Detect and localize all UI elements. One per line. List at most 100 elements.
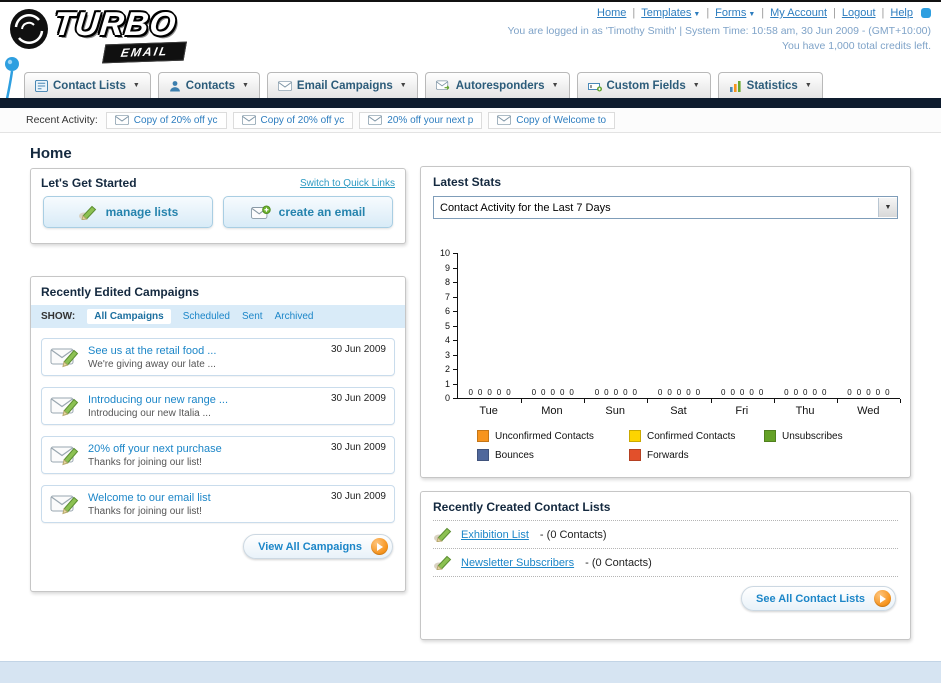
campaign-title-link[interactable]: Welcome to our email list <box>88 492 211 504</box>
recent-contact-lists-title: Recently Created Contact Lists <box>433 500 611 514</box>
top-link-forms[interactable]: Forms ▼ <box>715 7 755 19</box>
recent-activity-item[interactable]: 20% off your next p <box>359 111 483 129</box>
get-started-header: Let's Get Started Switch to Quick Links <box>31 169 405 195</box>
see-all-contact-lists-button[interactable]: See All Contact Lists <box>740 586 896 611</box>
recent-campaigns-panel: Recently Edited Campaigns SHOW: All Camp… <box>30 276 406 592</box>
tab-label: Custom Fields <box>606 79 686 92</box>
contact-list-items: Exhibition List - (0 Contacts) Newsletter… <box>421 520 910 577</box>
pencil-write-icon <box>78 205 98 220</box>
page-footer <box>0 661 941 683</box>
nav-underline-bar <box>0 98 941 108</box>
filter-scheduled[interactable]: Scheduled <box>183 311 230 322</box>
campaign-envelope-icon <box>50 493 80 515</box>
switch-to-quick-links-link[interactable]: Switch to Quick Links <box>300 178 395 189</box>
bar-value-label: 0 <box>506 388 511 397</box>
contact-list-link[interactable]: Newsletter Subscribers <box>461 557 574 569</box>
recent-contact-lists-panel: Recently Created Contact Lists Exhibitio… <box>420 491 911 640</box>
campaign-title-link[interactable]: 20% off your next purchase <box>88 443 222 455</box>
chart-bar-group: 00000 <box>458 253 523 403</box>
stats-period-select[interactable]: Contact Activity for the Last 7 Days ▼ <box>433 196 898 219</box>
recent-activity-item[interactable]: Copy of 20% off yc <box>232 111 354 129</box>
chart-y-axis: 10 9 8 7 6 5 4 3 2 1 0 <box>435 248 457 403</box>
tab-custom-fields[interactable]: Custom Fields ▼ <box>576 72 711 98</box>
view-all-row: View All Campaigns <box>31 527 405 566</box>
chevron-down-icon: ▼ <box>241 82 249 89</box>
campaign-title-link[interactable]: See us at the retail food ... <box>88 345 216 357</box>
create-an-email-button[interactable]: create an email <box>223 196 393 228</box>
filter-archived[interactable]: Archived <box>275 311 314 322</box>
campaign-row[interactable]: Welcome to our email list Thanks for join… <box>41 485 395 523</box>
contact-list-row[interactable]: Newsletter Subscribers - (0 Contacts) <box>421 550 910 575</box>
show-label: SHOW: <box>41 311 76 322</box>
filter-all-campaigns[interactable]: All Campaigns <box>87 309 171 324</box>
email-icon <box>277 80 292 91</box>
tab-email-campaigns[interactable]: Email Campaigns ▼ <box>266 72 418 98</box>
manage-lists-label: manage lists <box>105 205 179 219</box>
legend-item: Unsubscribes <box>764 430 884 442</box>
recent-activity-bar: Recent Activity: Copy of 20% off yc Copy … <box>0 108 941 133</box>
bar-value-labels: 00000 <box>711 388 774 397</box>
top-link-my-account[interactable]: My Account <box>770 7 827 19</box>
recent-activity-item[interactable]: Copy of Welcome to <box>488 111 616 129</box>
help-icon[interactable] <box>921 8 931 18</box>
tab-autoresponders[interactable]: Autoresponders ▼ <box>424 72 570 98</box>
x-axis-label: Tue <box>479 405 498 417</box>
tab-statistics[interactable]: Statistics ▼ <box>717 72 823 98</box>
legend-label: Forwards <box>647 449 689 461</box>
bar-value-label: 0 <box>793 388 799 397</box>
recent-activity-item-label: 20% off your next p <box>387 114 474 126</box>
top-nav: Home | Templates ▼ | Forms ▼ | My Account | Logout… <box>507 7 931 19</box>
legend-label: Unconfirmed Contacts <box>495 430 594 442</box>
campaign-row[interactable]: 20% off your next purchase Thanks for joi… <box>41 436 395 474</box>
chart-bar-group: 00000 <box>647 253 712 403</box>
bar-value-label: 0 <box>847 388 852 397</box>
legend-label: Confirmed Contacts <box>647 430 736 442</box>
y-axis-tick-label: 2 <box>444 364 450 374</box>
recent-activity-item-label: Copy of Welcome to <box>516 114 607 126</box>
y-axis-tick-label: 1 <box>444 378 450 389</box>
manage-lists-button[interactable]: manage lists <box>43 196 213 228</box>
chevron-down-icon: ▼ <box>748 11 756 18</box>
bar-value-labels: 00000 <box>458 388 521 397</box>
tab-contact-lists[interactable]: Contact Lists ▼ <box>24 72 151 98</box>
legend-item: Forwards <box>629 449 764 461</box>
y-axis-tick-label: 4 <box>444 335 450 345</box>
recent-activity-item-label: Copy of 20% off yc <box>260 114 345 126</box>
logo-subtitle: EMAIL <box>102 41 188 64</box>
bar-value-label: 0 <box>784 388 789 397</box>
top-link-logout[interactable]: Logout <box>842 7 876 19</box>
campaign-row[interactable]: See us at the retail food ... We're givin… <box>41 338 395 376</box>
bar-value-label: 0 <box>569 388 574 397</box>
dotted-divider <box>433 576 898 577</box>
campaign-envelope-icon <box>50 395 80 417</box>
top-link-home[interactable]: Home <box>597 7 626 19</box>
legend-swatch <box>629 430 641 442</box>
get-started-title: Let's Get Started <box>41 176 137 190</box>
app-logo[interactable]: TURBO EMAIL <box>8 5 258 64</box>
chevron-down-icon: ▼ <box>132 82 140 89</box>
bar-value-label: 0 <box>468 388 473 397</box>
contact-lists-icon <box>35 79 48 92</box>
top-link-templates[interactable]: Templates ▼ <box>641 7 700 19</box>
view-all-campaigns-label: View All Campaigns <box>258 540 362 553</box>
recent-activity-item[interactable]: Copy of 20% off yc <box>105 111 227 129</box>
tab-contacts[interactable]: Contacts ▼ <box>157 72 260 98</box>
pencil-icon <box>433 527 453 542</box>
bar-value-label: 0 <box>667 388 672 397</box>
filter-sent[interactable]: Sent <box>242 311 263 322</box>
view-all-campaigns-button[interactable]: View All Campaigns <box>243 534 393 559</box>
logo-swirl-icon <box>8 7 50 51</box>
contact-list-link[interactable]: Exhibition List <box>461 529 529 541</box>
bar-value-label: 0 <box>885 388 890 397</box>
bar-value-label: 0 <box>721 388 726 397</box>
campaign-title-link[interactable]: Introducing our new range ... <box>88 394 228 406</box>
envelope-icon <box>241 115 256 125</box>
campaign-row[interactable]: Introducing our new range ... Introducing… <box>41 387 395 425</box>
nav-separator: | <box>761 7 765 19</box>
chart-bar-group: 00000 <box>774 253 838 403</box>
top-link-help[interactable]: Help <box>890 7 913 19</box>
contact-list-row[interactable]: Exhibition List - (0 Contacts) <box>421 522 910 547</box>
y-axis-tick-label: 5 <box>444 320 450 331</box>
bar-value-label: 0 <box>657 388 663 397</box>
bar-value-labels: 00000 <box>584 388 647 397</box>
